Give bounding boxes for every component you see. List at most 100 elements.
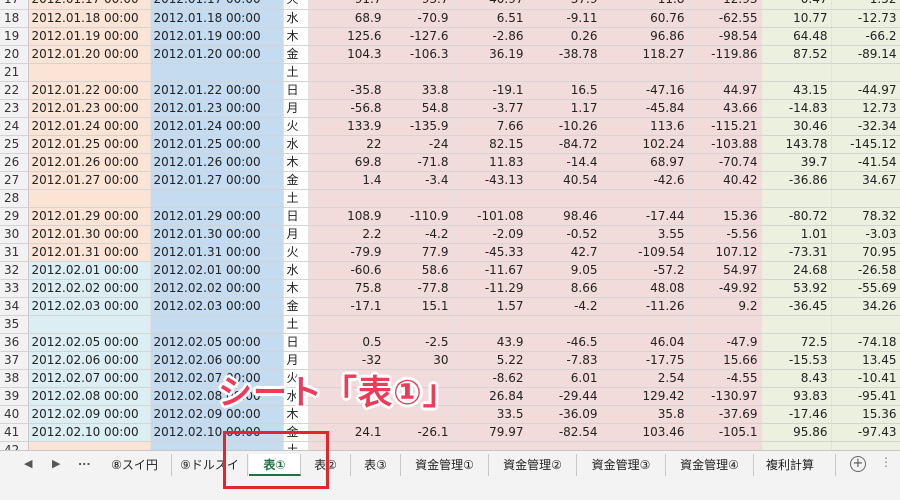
value-cell[interactable]: 95.86 [761,423,832,442]
weekday-cell[interactable]: 金 [283,171,309,190]
value-cell[interactable] [831,441,900,450]
row-number[interactable]: 40 [0,405,29,424]
weekday-cell[interactable]: 木 [283,279,309,298]
value-cell[interactable]: -11.67 [452,261,528,280]
value-cell[interactable]: -29.44 [527,387,602,406]
value-cell[interactable]: -60.6 [308,261,386,280]
value-cell[interactable]: 43.66 [688,99,762,118]
sheet-tab-shikin-kanri-2[interactable]: 資金管理② [489,454,577,476]
date-cell[interactable]: 2012.01.26 00:00 [150,153,284,172]
value-cell[interactable]: -2.5 [385,333,453,352]
value-cell[interactable] [385,189,453,208]
value-cell[interactable] [688,315,762,334]
value-cell[interactable]: 48.08 [601,279,689,298]
value-cell[interactable] [761,63,832,82]
value-cell[interactable]: 11.8 [601,0,689,10]
value-cell[interactable] [831,315,900,334]
value-cell[interactable]: -14.83 [761,99,832,118]
date-cell[interactable]: 2012.01.31 00:00 [150,243,284,262]
value-cell[interactable] [385,315,453,334]
value-cell[interactable]: 72.5 [761,333,832,352]
date-cell[interactable]: 2012.02.03 00:00 [150,297,284,316]
scroll-prev-sheet-button[interactable]: ◀ [24,457,32,470]
value-cell[interactable]: 15.36 [831,405,900,424]
value-cell[interactable]: 0.5 [308,333,386,352]
value-cell[interactable]: -71.8 [385,153,453,172]
row-number[interactable]: 24 [0,117,29,136]
value-cell[interactable]: -47.9 [688,333,762,352]
value-cell[interactable]: 0.47 [761,0,832,10]
value-cell[interactable]: 39.7 [761,153,832,172]
weekday-cell[interactable]: 金 [283,297,309,316]
row-number[interactable]: 30 [0,225,29,244]
value-cell[interactable]: 40.42 [688,171,762,190]
weekday-cell[interactable]: 土 [283,315,309,334]
value-cell[interactable]: 7.66 [452,117,528,136]
value-cell[interactable]: 5.22 [452,351,528,370]
value-cell[interactable]: -84.72 [527,135,602,154]
date-cell[interactable]: 2012.01.18 00:00 [28,9,151,28]
value-cell[interactable] [452,189,528,208]
row-number[interactable]: 20 [0,45,29,64]
row-number[interactable]: 27 [0,171,29,190]
value-cell[interactable]: 64.48 [761,27,832,46]
row-number[interactable]: 31 [0,243,29,262]
row-number[interactable]: 39 [0,387,29,406]
value-cell[interactable]: 43.15 [761,81,832,100]
value-cell[interactable]: -73.31 [761,243,832,262]
value-cell[interactable]: -46.5 [527,333,602,352]
weekday-cell[interactable]: 水 [283,135,309,154]
value-cell[interactable]: -42.6 [601,171,689,190]
row-number[interactable]: 18 [0,9,29,28]
value-cell[interactable] [308,315,386,334]
value-cell[interactable]: 9.2 [688,297,762,316]
sheet-tab-sui-en[interactable]: ⑧スイ円 [98,454,172,476]
value-cell[interactable]: -41.54 [831,153,900,172]
value-cell[interactable]: 0.26 [527,27,602,46]
sheet-tab-shikin-kanri-4[interactable]: 資金管理④ [666,454,754,476]
value-cell[interactable]: 35.8 [601,405,689,424]
row-number[interactable]: 42 [0,441,29,450]
date-cell[interactable]: 2012.01.20 00:00 [150,45,284,64]
date-cell[interactable]: 2012.02.02 00:00 [150,279,284,298]
date-cell[interactable]: 2012.01.17 00:00 [28,0,151,10]
value-cell[interactable]: 93.83 [761,387,832,406]
value-cell[interactable]: 53.92 [761,279,832,298]
value-cell[interactable]: -47.16 [601,81,689,100]
value-cell[interactable]: -127.6 [385,27,453,46]
value-cell[interactable]: -119.86 [688,45,762,64]
value-cell[interactable]: -36.86 [761,171,832,190]
weekday-cell[interactable]: 火 [283,243,309,262]
value-cell[interactable]: -35.8 [308,81,386,100]
value-cell[interactable]: -80.72 [761,207,832,226]
value-cell[interactable]: 69.8 [308,153,386,172]
weekday-cell[interactable]: 水 [283,261,309,280]
value-cell[interactable]: 40.97 [452,0,528,10]
scroll-next-sheet-button[interactable]: ▶ [52,457,60,470]
more-options-icon[interactable]: ⋮ [880,455,892,469]
weekday-cell[interactable]: 火 [283,117,309,136]
value-cell[interactable]: -37.69 [688,405,762,424]
date-cell[interactable]: 2012.02.08 00:00 [28,387,151,406]
value-cell[interactable] [308,189,386,208]
value-cell[interactable] [761,315,832,334]
value-cell[interactable]: 104.3 [308,45,386,64]
value-cell[interactable] [688,441,762,450]
date-cell[interactable]: 2012.01.19 00:00 [150,27,284,46]
value-cell[interactable]: -3.77 [452,99,528,118]
date-cell[interactable]: 2012.01.22 00:00 [28,81,151,100]
value-cell[interactable]: -10.26 [527,117,602,136]
value-cell[interactable]: 103.46 [601,423,689,442]
date-cell[interactable]: 2012.01.23 00:00 [28,99,151,118]
value-cell[interactable]: 60.76 [601,9,689,28]
row-number[interactable]: 23 [0,99,29,118]
value-cell[interactable] [601,63,689,82]
value-cell[interactable]: -19.1 [452,81,528,100]
value-cell[interactable]: 36.19 [452,45,528,64]
value-cell[interactable]: -130.97 [688,387,762,406]
date-cell[interactable]: 2012.02.05 00:00 [150,333,284,352]
value-cell[interactable] [761,189,832,208]
date-cell[interactable]: 2012.01.30 00:00 [28,225,151,244]
value-cell[interactable]: 108.9 [308,207,386,226]
date-cell[interactable]: 2012.01.18 00:00 [150,9,284,28]
